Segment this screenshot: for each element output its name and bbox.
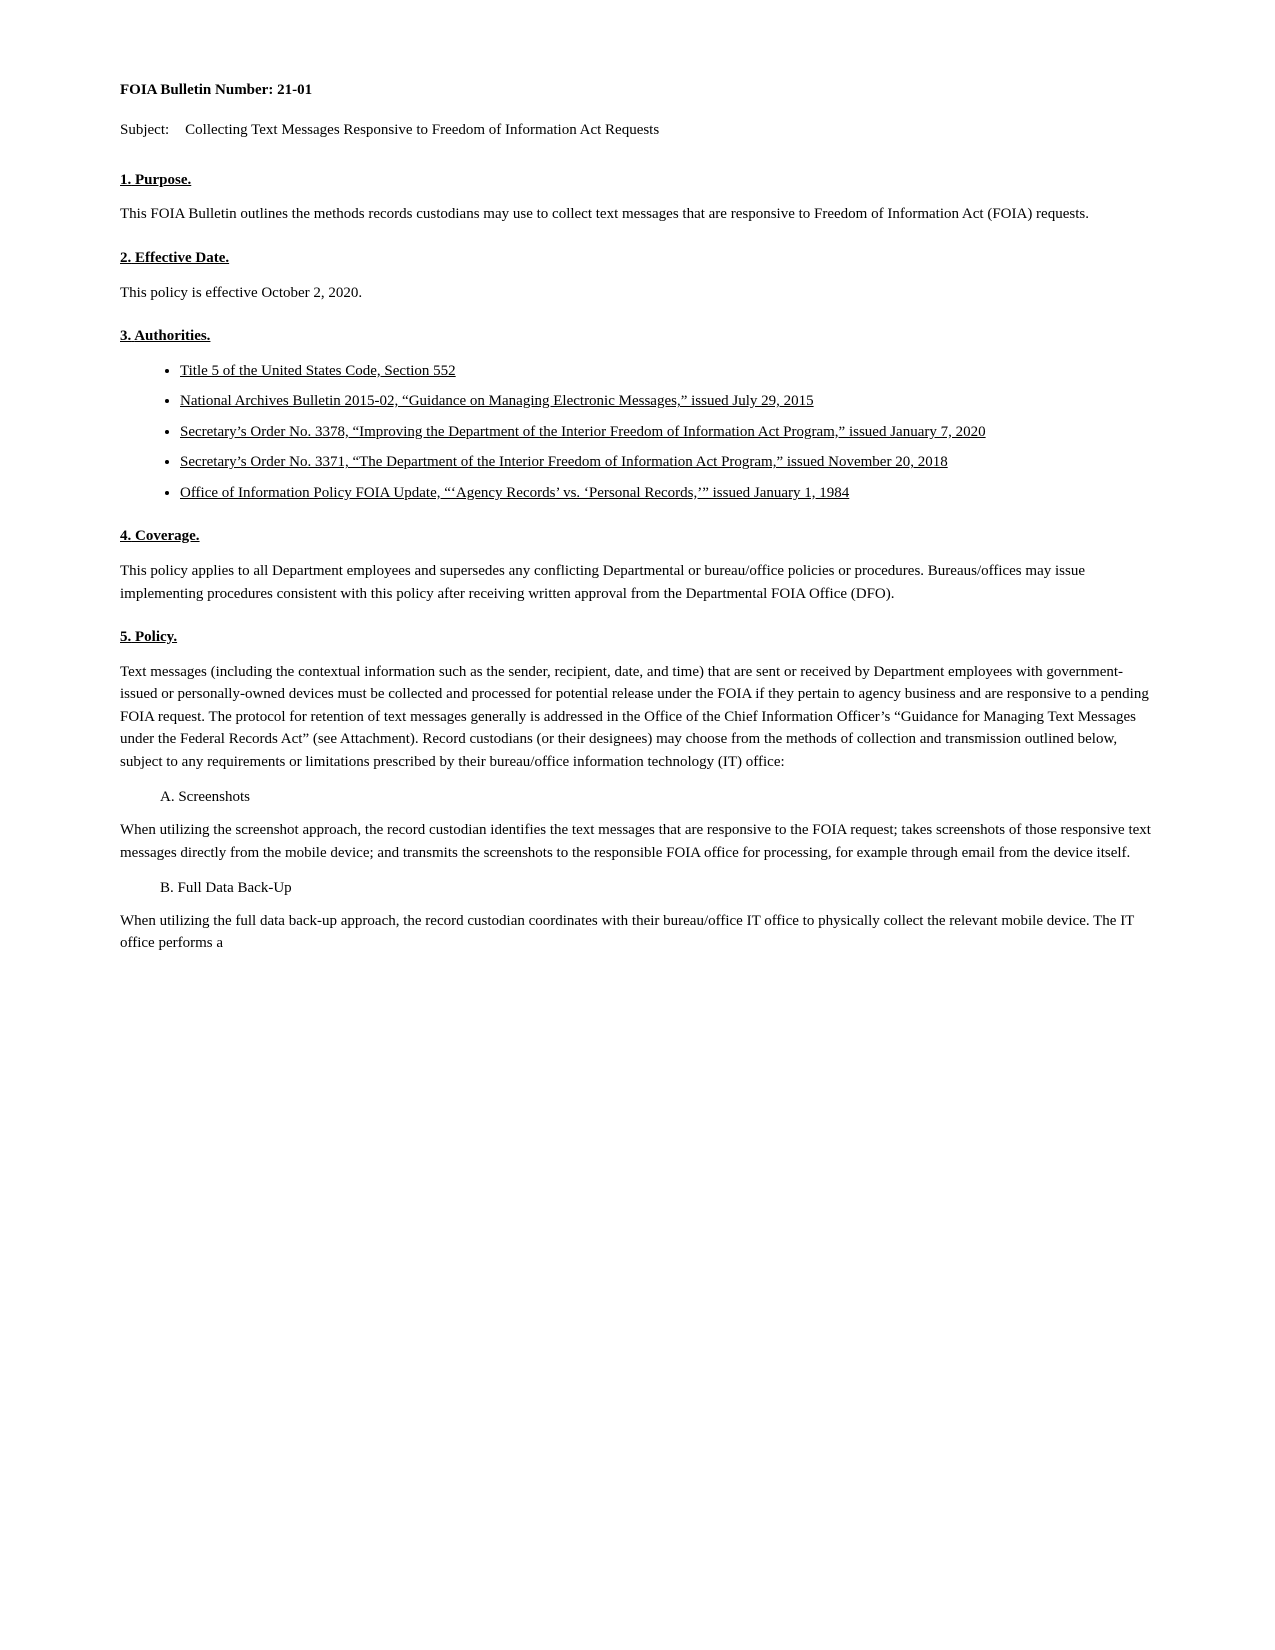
authority-item: National Archives Bulletin 2015-02, “Gui… (180, 390, 1155, 413)
section-policy-title: Policy. (135, 629, 177, 645)
section-coverage-title: Coverage. (135, 528, 200, 544)
authority-item: Office of Information Policy FOIA Update… (180, 482, 1155, 505)
section-effective-date: 2. Effective Date. This policy is effect… (120, 248, 1155, 304)
section-effective-date-title: Effective Date. (135, 250, 229, 266)
subsection-a-heading: A. Screenshots (160, 787, 1155, 809)
authority-item: Title 5 of the United States Code, Secti… (180, 360, 1155, 383)
section-effective-date-body: This policy is effective October 2, 2020… (120, 282, 1155, 305)
section-coverage-num: 4. (120, 528, 131, 544)
section-policy-body: Text messages (including the contextual … (120, 661, 1155, 774)
authorities-list: Title 5 of the United States Code, Secti… (120, 360, 1155, 505)
authority-item: Secretary’s Order No. 3378, “Improving t… (180, 421, 1155, 444)
subsection-b-heading: B. Full Data Back-Up (160, 878, 1155, 900)
section-purpose-title: Purpose. (135, 172, 191, 188)
section-authorities-num: 3. (120, 328, 131, 344)
section-policy: 5. Policy. Text messages (including the … (120, 627, 1155, 955)
section-authorities-title: Authorities. (134, 328, 210, 344)
subsection-b-body: When utilizing the full data back-up app… (120, 910, 1155, 955)
section-purpose-body: This FOIA Bulletin outlines the methods … (120, 203, 1155, 226)
section-purpose-heading: 1. Purpose. (120, 170, 1155, 192)
section-coverage: 4. Coverage. This policy applies to all … (120, 526, 1155, 605)
subsection-a-body: When utilizing the screenshot approach, … (120, 819, 1155, 864)
authority-item: Secretary’s Order No. 3371, “The Departm… (180, 451, 1155, 474)
section-authorities-heading: 3. Authorities. (120, 326, 1155, 348)
section-coverage-body: This policy applies to all Department em… (120, 560, 1155, 605)
subject-line: Subject: Collecting Text Messages Respon… (120, 120, 1155, 142)
section-authorities: 3. Authorities. Title 5 of the United St… (120, 326, 1155, 504)
section-purpose: 1. Purpose. This FOIA Bulletin outlines … (120, 170, 1155, 226)
section-coverage-heading: 4. Coverage. (120, 526, 1155, 548)
section-policy-num: 5. (120, 629, 131, 645)
subject-label: Subject: (120, 120, 169, 142)
section-effective-date-num: 2. (120, 250, 131, 266)
section-purpose-num: 1. (120, 172, 131, 188)
subject-text: Collecting Text Messages Responsive to F… (185, 120, 659, 142)
section-policy-heading: 5. Policy. (120, 627, 1155, 649)
bulletin-number: FOIA Bulletin Number: 21-01 (120, 80, 1155, 102)
section-effective-date-heading: 2. Effective Date. (120, 248, 1155, 270)
